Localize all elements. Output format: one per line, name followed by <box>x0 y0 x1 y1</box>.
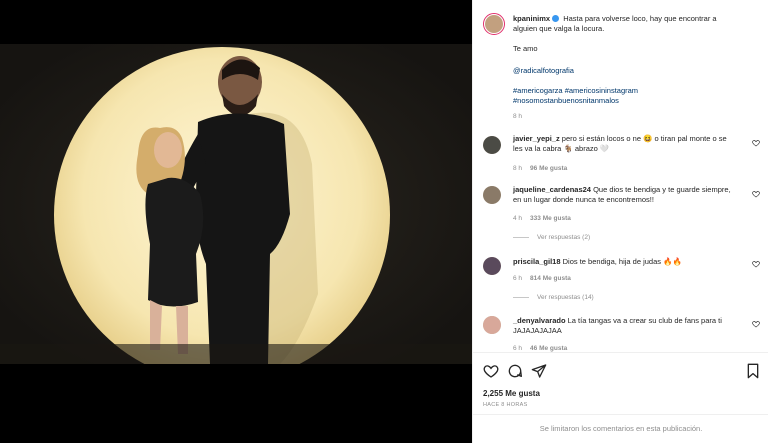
post-caption: kpaninimx Hasta para volverse loco, hay … <box>513 14 737 34</box>
comment-username[interactable]: _denyalvarado <box>513 316 566 325</box>
comment-likes[interactable]: 814 Me gusta <box>530 275 571 282</box>
comment-meta: 4 h 333 Me gusta <box>513 214 571 223</box>
view-replies-label[interactable]: Ver respuestas (14) <box>537 294 594 301</box>
view-replies-label[interactable]: Ver respuestas (2) <box>537 234 590 241</box>
view-replies-button[interactable]: Ver respuestas (2) <box>513 234 590 241</box>
comment-like-heart-icon[interactable] <box>752 260 760 268</box>
comment-item: javier_yepi_z pero si están locos o ne 😆… <box>513 134 737 154</box>
comment-avatar[interactable] <box>483 186 501 204</box>
comment-avatar[interactable] <box>483 316 501 334</box>
comment-avatar[interactable] <box>483 136 501 154</box>
author-avatar[interactable] <box>483 13 505 35</box>
comment-time: 6 h <box>513 345 523 352</box>
share-icon[interactable] <box>531 363 547 379</box>
comment-item: jaqueline_cardenas24 Que dios te bendiga… <box>513 185 737 205</box>
comment-time: 8 h <box>513 165 523 172</box>
author-username[interactable]: kpaninimx <box>513 14 550 23</box>
replies-divider <box>513 237 529 238</box>
comment-username[interactable]: priscila_gil18 <box>513 257 561 266</box>
comment-item: _denyalvarado La tía tangas va a crear s… <box>513 316 737 336</box>
comment-meta: 8 h 96 Me gusta <box>513 164 567 173</box>
comment-time: 4 h <box>513 215 523 222</box>
comment-item: priscila_gil18 Dios te bendiga, hija de … <box>513 257 737 267</box>
like-count[interactable]: 2,255 Me gusta <box>483 389 540 398</box>
comment-username[interactable]: javier_yepi_z <box>513 134 560 143</box>
caption-mention[interactable]: @radicalfotografia <box>513 66 574 76</box>
caption-line2: Te amo <box>513 44 538 53</box>
comment-like-heart-icon[interactable] <box>752 190 760 198</box>
caption-time: 8 h <box>513 113 523 120</box>
comment-text: Dios te bendiga, hija de judas 🔥🔥 <box>562 257 682 266</box>
comment-likes[interactable]: 96 Me gusta <box>530 165 567 172</box>
caption-hashtags[interactable]: #americogarza #americosininstagram #noso… <box>513 86 723 106</box>
comments-limited-notice: Se limitaron los comentarios en esta pub… <box>473 414 768 443</box>
view-replies-button[interactable]: Ver respuestas (14) <box>513 294 594 301</box>
bookmark-icon[interactable] <box>745 363 761 379</box>
comment-icon[interactable] <box>507 363 523 379</box>
comment-avatar[interactable] <box>483 257 501 275</box>
replies-divider <box>513 297 529 298</box>
comment-likes[interactable]: 333 Me gusta <box>530 215 571 222</box>
post-media-pane <box>0 0 472 443</box>
comment-like-heart-icon[interactable] <box>752 320 760 328</box>
comment-meta: 6 h 814 Me gusta <box>513 274 571 283</box>
photo-illustration <box>0 44 472 364</box>
verified-icon <box>552 15 560 22</box>
post-photo[interactable] <box>0 44 472 364</box>
comment-like-heart-icon[interactable] <box>752 139 760 147</box>
comments-panel: kpaninimx Hasta para volverse loco, hay … <box>472 0 768 443</box>
post-timestamp: HACE 8 HORAS <box>483 402 528 408</box>
comment-time: 6 h <box>513 275 523 282</box>
comment-username[interactable]: jaqueline_cardenas24 <box>513 185 591 194</box>
comment-likes[interactable]: 46 Me gusta <box>530 345 567 352</box>
post-actions-bar: 2,255 Me gusta HACE 8 HORAS <box>473 352 768 422</box>
heart-icon[interactable] <box>483 363 499 379</box>
